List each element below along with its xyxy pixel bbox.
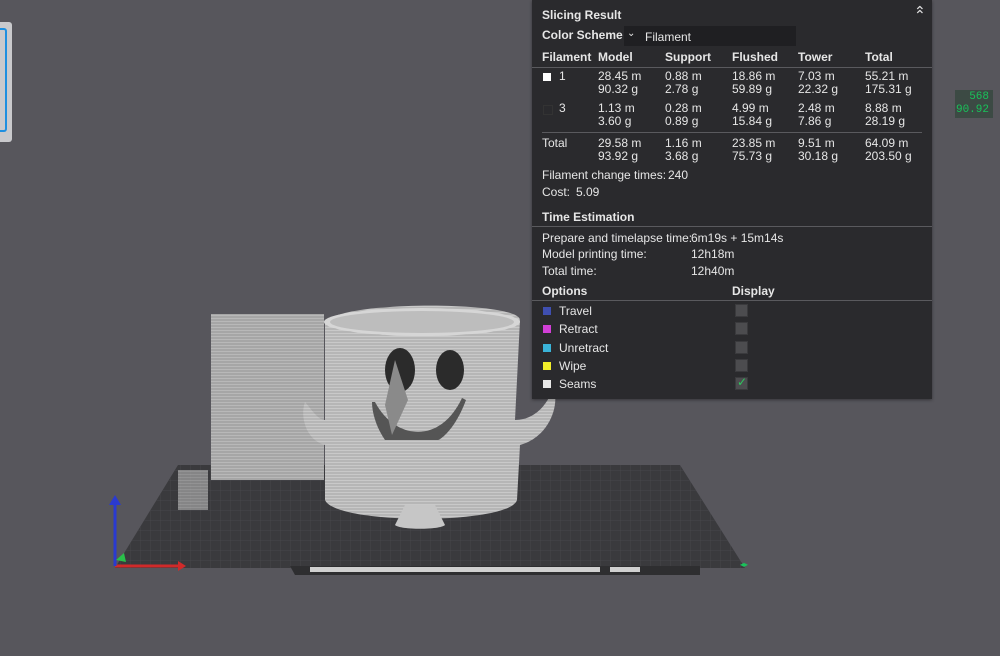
filament-change-label: Filament change times: bbox=[542, 168, 667, 182]
col-header-tower: Tower bbox=[798, 50, 833, 64]
option-unretract-checkbox[interactable] bbox=[735, 341, 748, 354]
total-support: 1.16 m 3.68 g bbox=[665, 136, 702, 163]
option-travel-label: Travel bbox=[559, 304, 592, 318]
left-toolbar-tab[interactable] bbox=[0, 22, 12, 142]
divider bbox=[532, 67, 932, 68]
col-header-total: Total bbox=[865, 50, 893, 64]
wipe-swatch bbox=[543, 362, 551, 370]
col-header-model: Model bbox=[598, 50, 633, 64]
cost-value: 5.09 bbox=[576, 185, 600, 199]
row1-flushed: 18.86 m 59.89 g bbox=[732, 69, 776, 96]
option-retract-checkbox[interactable] bbox=[735, 322, 748, 335]
option-travel-checkbox[interactable] bbox=[735, 304, 748, 317]
total-model: 29.58 m 93.92 g bbox=[598, 136, 642, 163]
time-label-model: Model printing time: bbox=[542, 247, 647, 261]
col-header-support: Support bbox=[665, 50, 711, 64]
checkmark-icon: ✓ bbox=[737, 375, 748, 389]
total-row-label: Total bbox=[542, 136, 568, 150]
svg-text:◂▸: ◂▸ bbox=[740, 560, 748, 569]
display-header: Display bbox=[732, 284, 775, 298]
left-toolbar-highlight bbox=[0, 28, 7, 132]
filament-3-id: 3 bbox=[559, 101, 566, 115]
retract-swatch bbox=[543, 325, 551, 333]
color-scheme-select[interactable]: ⌄ Filament bbox=[624, 26, 796, 46]
total-tower: 9.51 m 30.18 g bbox=[798, 136, 839, 163]
time-value-total: 12h40m bbox=[691, 264, 735, 278]
color-scheme-value: Filament bbox=[645, 30, 692, 44]
option-seams-label: Seams bbox=[559, 377, 597, 391]
row3-total: 8.88 m 28.19 g bbox=[865, 101, 906, 128]
col-header-filament: Filament bbox=[542, 50, 592, 64]
filament-1-swatch bbox=[543, 73, 551, 81]
option-seams-checkbox[interactable]: ✓ bbox=[735, 375, 748, 390]
col-header-flushed: Flushed bbox=[732, 50, 779, 64]
time-label-total: Total time: bbox=[542, 264, 597, 278]
row1-total: 55.21 m 175.31 g bbox=[865, 69, 912, 96]
row1-support: 0.88 m 2.78 g bbox=[665, 69, 702, 96]
filament-change-value: 240 bbox=[668, 168, 689, 182]
option-retract-label: Retract bbox=[559, 322, 598, 336]
collapse-icon[interactable]: ⌃ ⌃ bbox=[914, 3, 926, 23]
time-label-prepare: Prepare and timelapse time: bbox=[542, 231, 693, 245]
filament-3-swatch bbox=[543, 105, 553, 115]
row3-support: 0.28 m 0.89 g bbox=[665, 101, 702, 128]
option-unretract-label: Unretract bbox=[559, 341, 609, 355]
layer-indicator-top: 568 bbox=[969, 91, 989, 103]
time-value-prepare: 6m19s + 15m14s bbox=[691, 231, 784, 245]
slicing-result-panel: Slicing Result ⌃ ⌃ Color Scheme ⌄ Filamen… bbox=[532, 0, 932, 399]
row3-model: 1.13 m 3.60 g bbox=[598, 101, 635, 128]
seams-swatch bbox=[543, 380, 551, 388]
layer-indicator[interactable]: 568 90.92 bbox=[955, 90, 993, 118]
time-value-model: 12h18m bbox=[691, 247, 735, 261]
divider bbox=[542, 132, 922, 133]
row1-model: 28.45 m 90.32 g bbox=[598, 69, 642, 96]
row3-flushed: 4.99 m 15.84 g bbox=[732, 101, 773, 128]
layer-indicator-bottom: 90.92 bbox=[955, 104, 989, 116]
divider bbox=[532, 300, 932, 301]
chevron-down-icon: ⌄ bbox=[627, 28, 636, 39]
row3-tower: 2.48 m 7.86 g bbox=[798, 101, 835, 128]
total-total: 64.09 m 203.50 g bbox=[865, 136, 912, 163]
filament-1-id: 1 bbox=[559, 69, 566, 83]
cost-label: Cost: bbox=[542, 185, 571, 199]
unretract-swatch bbox=[543, 344, 551, 352]
travel-swatch bbox=[543, 307, 551, 315]
time-estimation-title: Time Estimation bbox=[542, 210, 635, 224]
color-scheme-label: Color Scheme bbox=[542, 28, 623, 42]
total-flushed: 23.85 m 75.73 g bbox=[732, 136, 776, 163]
option-wipe-label: Wipe bbox=[559, 359, 587, 373]
option-wipe-checkbox[interactable] bbox=[735, 359, 748, 372]
options-header: Options bbox=[542, 284, 588, 298]
row1-tower: 7.03 m 22.32 g bbox=[798, 69, 839, 96]
panel-title: Slicing Result bbox=[542, 8, 622, 22]
divider bbox=[532, 226, 932, 227]
